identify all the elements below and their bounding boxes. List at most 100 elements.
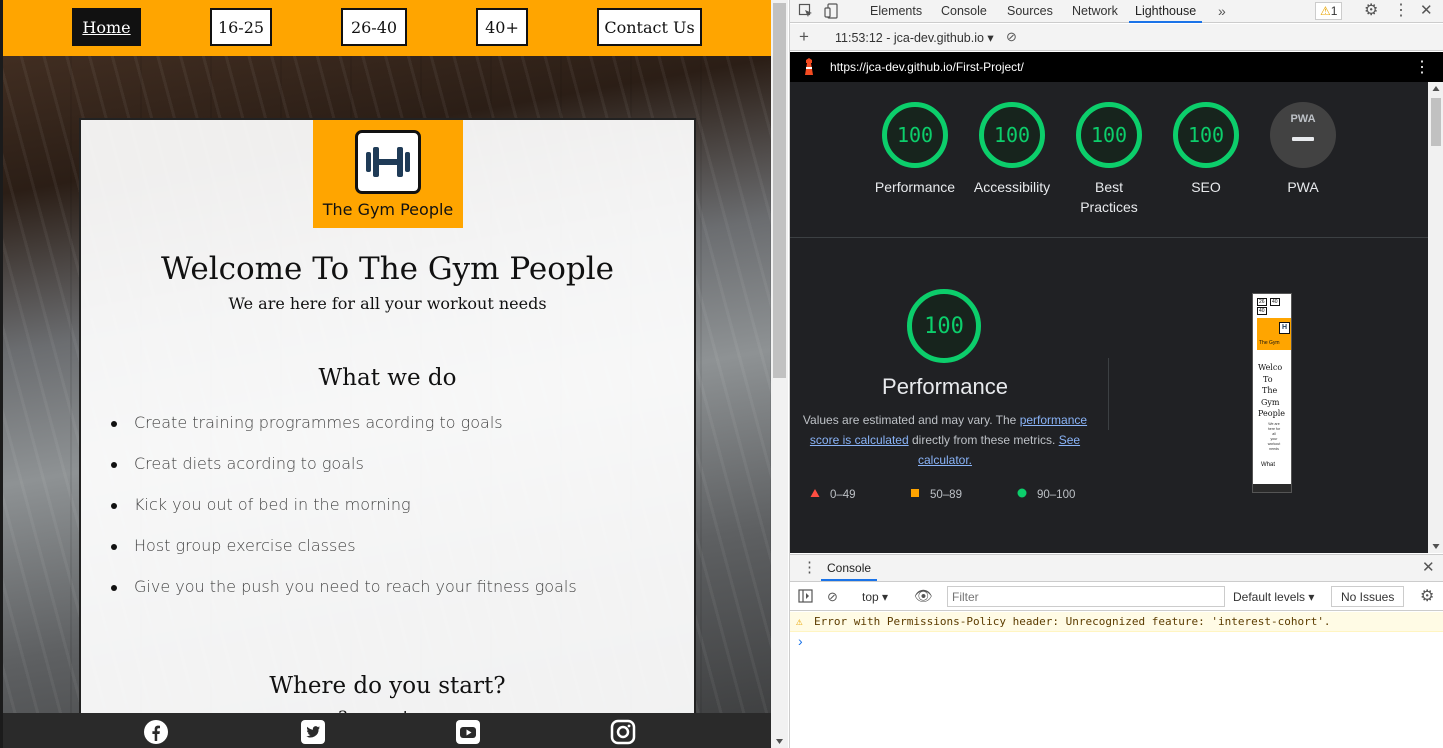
more-options-icon[interactable]: ⋮ [1393, 0, 1409, 22]
divider [790, 237, 1428, 238]
log-levels-dropdown[interactable]: Default levels ▾ [1233, 590, 1314, 604]
thumb-title: Welco To The Gym People [1258, 362, 1285, 420]
thumb-text: What [1261, 462, 1276, 468]
tab-elements[interactable]: Elements [870, 0, 922, 23]
tab-network[interactable]: Network [1072, 0, 1118, 23]
service-text: Create training programmes acording to g… [134, 413, 503, 432]
devtools-panel: Elements Console Sources Network Lightho… [789, 0, 1443, 748]
bullet [111, 544, 117, 550]
thumb-text: Gym [1261, 397, 1280, 407]
scroll-down-arrow-icon [1432, 544, 1440, 549]
lighthouse-report: 100 Performance 100 Accessibility 100 Be… [790, 82, 1428, 553]
new-report-plus-icon[interactable]: + [799, 26, 809, 48]
legend-pass: 90–100 [1017, 488, 1075, 501]
tab-lighthouse[interactable]: Lighthouse [1129, 0, 1203, 23]
desc-text: Values are estimated and may vary. The [802, 413, 1017, 427]
report-scrollbar[interactable] [1428, 82, 1443, 553]
youtube-icon[interactable] [455, 719, 481, 745]
score-label-seo: SEO [1191, 179, 1221, 195]
report-url[interactable]: https://jca-dev.github.io/First-Project/ [830, 60, 1024, 74]
service-text: Creat diets acording to goals [134, 454, 364, 473]
console-warning-message[interactable]: ⚠ Error with Permissions-Policy header: … [790, 612, 1443, 632]
nav-40-plus-link[interactable]: 40+ [476, 8, 528, 46]
nav-contact-link[interactable]: Contact Us [597, 8, 702, 46]
service-text: Give you the push you need to reach your… [134, 577, 577, 596]
warning-text: Error with Permissions-Policy header: Un… [814, 615, 1331, 628]
thumb-text: The [1262, 386, 1278, 395]
sidebar-toggle-icon[interactable] [798, 586, 813, 610]
performance-big-gauge: 100 [907, 289, 981, 363]
report-menu-icon[interactable]: ⋮ [1414, 57, 1430, 77]
divider [1108, 358, 1109, 430]
site-scrollbar-thumb[interactable] [773, 3, 786, 378]
thumb-text: To [1263, 374, 1273, 384]
thumb-text: 40 [1270, 298, 1280, 306]
scroll-up-arrow-icon [1432, 86, 1440, 91]
score-gauge-best-practices[interactable]: 100 [1076, 102, 1142, 168]
performance-title: Performance [882, 374, 1008, 399]
tab-sources[interactable]: Sources [1007, 0, 1053, 23]
inspect-element-icon[interactable] [798, 0, 814, 26]
clear-reports-icon[interactable]: ⊘ [1006, 26, 1017, 48]
twitter-icon[interactable] [300, 719, 326, 745]
drawer-menu-icon[interactable]: ⋮ [802, 557, 817, 579]
score-gauge-seo[interactable]: 100 [1173, 102, 1239, 168]
facebook-icon[interactable] [143, 719, 169, 745]
pwa-badge-text: PWA [1290, 113, 1316, 125]
context-selector[interactable]: top ▾ [862, 590, 888, 604]
service-text: Kick you out of bed in the morning [134, 495, 411, 514]
page-screenshot-thumbnail[interactable]: 26 40 40 H The Gym Welco To The Gym Peop… [1252, 293, 1292, 493]
score-gauge-performance[interactable]: 100 [882, 102, 948, 168]
nav-home-link[interactable]: Home [72, 8, 141, 46]
report-selector[interactable]: 11:53:12 - jca-dev.github.io ▾ [835, 30, 994, 45]
thumb-text: The Gym [1259, 340, 1280, 346]
list-item: Give you the push you need to reach your… [111, 577, 671, 618]
console-settings-gear-icon[interactable]: ⚙ [1420, 586, 1434, 608]
issues-button[interactable]: No Issues [1331, 586, 1405, 607]
score-label-accessibility: Accessibility [973, 179, 1051, 195]
logo-text: The Gym People [322, 200, 454, 219]
site-logo[interactable]: The Gym People [313, 120, 463, 228]
clear-console-icon[interactable]: ⊘ [827, 586, 838, 608]
console-filter-input[interactable] [947, 586, 1225, 607]
drawer-header: ⋮ Console ✕ [790, 555, 1443, 582]
close-drawer-icon[interactable]: ✕ [1422, 557, 1435, 579]
triangle-icon [810, 489, 820, 497]
warnings-badge[interactable]: ⚠1 [1315, 2, 1343, 20]
legend-label: 0–49 [830, 489, 856, 501]
nav-16-25-link[interactable]: 16-25 [210, 8, 272, 46]
tab-console[interactable]: Console [941, 0, 987, 23]
thumb-text: People [1258, 409, 1285, 418]
list-item: Create training programmes acording to g… [111, 413, 671, 454]
drawer-tab-console[interactable]: Console [821, 557, 878, 581]
legend-label: 50–89 [930, 489, 962, 501]
console-drawer: ⋮ Console ✕ ⊘ top ▾ 👁 Default levels ▾ N… [790, 554, 1443, 748]
performance-description: Values are estimated and may vary. The p… [798, 410, 1092, 470]
nav-26-40-link[interactable]: 26-40 [341, 8, 407, 46]
settings-gear-icon[interactable]: ⚙ [1364, 0, 1378, 22]
device-toolbar-icon[interactable] [824, 0, 840, 26]
desc-text: directly from these metrics. [911, 433, 1056, 447]
score-label-best-practices: Best Practices [1080, 179, 1138, 215]
console-prompt-icon[interactable]: › [798, 633, 803, 649]
list-item: Creat diets acording to goals [111, 454, 671, 495]
thumb-nav: 26 40 40 [1253, 294, 1291, 316]
window-edge [0, 0, 3, 748]
welcome-card: The Gym People Welcome To The Gym People… [79, 118, 696, 728]
scroll-down-arrow-icon[interactable] [771, 735, 788, 748]
page-subtitle: We are here for all your workout needs [228, 294, 547, 313]
where-start-heading: Where do you start? [269, 673, 506, 699]
score-label-pwa: PWA [1287, 179, 1319, 195]
more-tabs-icon[interactable]: » [1218, 0, 1226, 22]
live-expression-eye-icon[interactable]: 👁 [914, 586, 933, 608]
dumbbell-icon: H [1279, 322, 1290, 334]
circle-icon [1017, 488, 1027, 498]
square-icon [911, 489, 919, 497]
instagram-icon[interactable] [610, 719, 636, 745]
legend-average: 50–89 [910, 488, 962, 501]
score-gauge-accessibility[interactable]: 100 [979, 102, 1045, 168]
warning-icon: ⚠ [796, 615, 803, 628]
close-icon[interactable]: ✕ [1420, 0, 1433, 22]
pwa-badge-icon[interactable]: PWA [1270, 102, 1336, 168]
report-scrollbar-thumb[interactable] [1431, 98, 1441, 146]
